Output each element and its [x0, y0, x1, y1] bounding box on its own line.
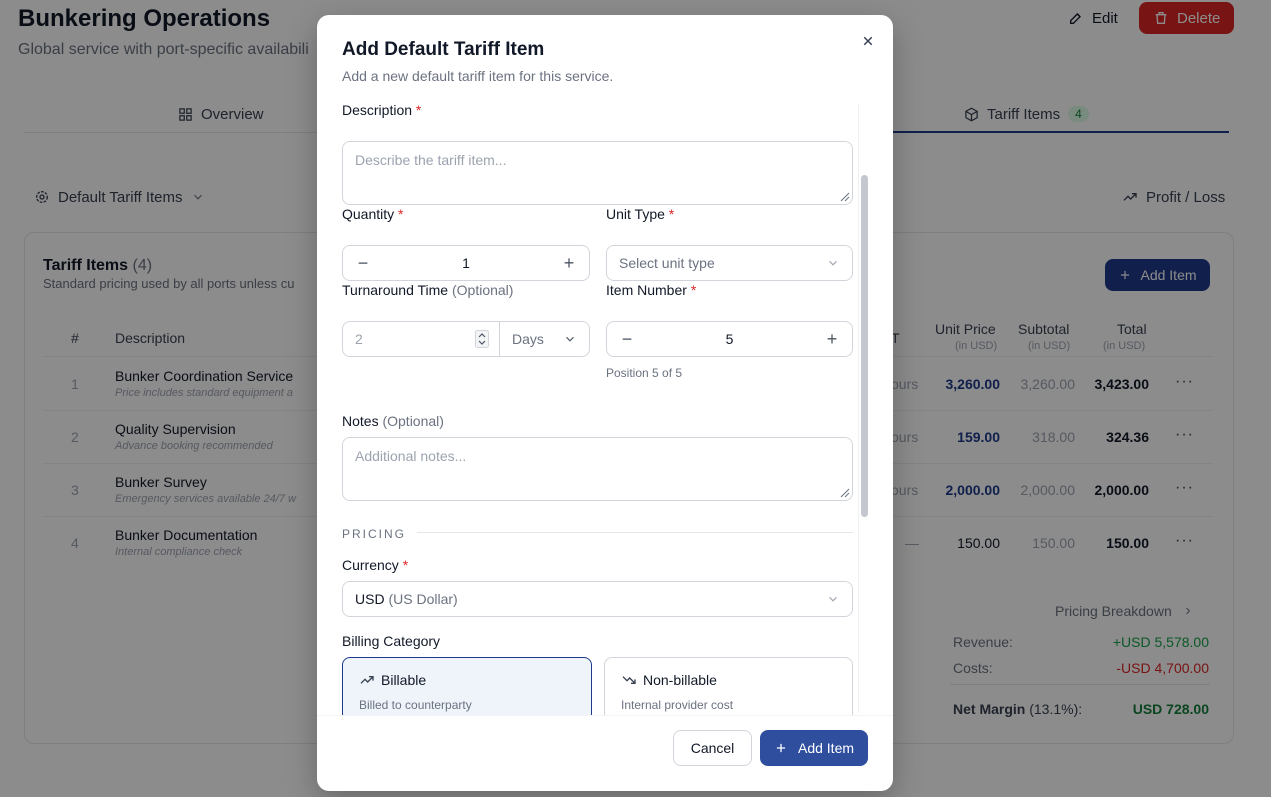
add-tariff-item-dialog: Add Default Tariff Item Add a new defaul… [317, 15, 893, 791]
chevron-down-icon [826, 592, 840, 606]
non-billable-option[interactable]: Non-billable Internal provider cost [604, 657, 853, 715]
billable-desc: Billed to counterparty [359, 698, 472, 712]
description-label: Description * [342, 102, 422, 118]
billing-category-label: Billing Category [342, 633, 441, 649]
unit-type-select[interactable]: Select unit type [606, 245, 853, 281]
currency-select[interactable]: USD (US Dollar) [342, 581, 853, 617]
dialog-form-scroll-area[interactable]: Description * Describe the tariff item..… [317, 101, 871, 715]
item-number-label: Item Number * [606, 282, 697, 298]
billable-title: Billable [381, 672, 427, 688]
quantity-value: 1 [462, 255, 470, 271]
quantity-stepper[interactable]: − 1 + [342, 245, 590, 281]
notes-textarea[interactable]: Additional notes... [342, 437, 853, 501]
footer-divider [317, 715, 893, 716]
dialog-title: Add Default Tariff Item [342, 39, 545, 60]
description-textarea[interactable]: Describe the tariff item... [342, 141, 853, 205]
turnaround-input[interactable]: 2 [343, 322, 500, 356]
scrollbar-thumb[interactable] [861, 175, 868, 517]
notes-label: Notes (Optional) [342, 413, 444, 429]
minus-icon[interactable]: − [355, 253, 371, 274]
unit-type-label: Unit Type * [606, 206, 675, 222]
item-number-helper: Position 5 of 5 [606, 366, 683, 380]
plus-icon[interactable]: + [561, 253, 577, 274]
turnaround-unit-select[interactable]: Days [500, 322, 589, 356]
plus-icon[interactable]: + [824, 329, 840, 350]
minus-icon[interactable]: − [619, 329, 635, 350]
chevron-down-icon [563, 332, 577, 346]
dialog-subtitle: Add a new default tariff item for this s… [342, 68, 614, 84]
close-icon[interactable] [859, 32, 877, 50]
non-billable-title: Non-billable [643, 672, 717, 688]
chevron-down-icon [826, 256, 840, 270]
trending-down-icon [621, 672, 637, 688]
quantity-label: Quantity * [342, 206, 404, 222]
cancel-button[interactable]: Cancel [673, 730, 752, 766]
pricing-section-label: PRICING [342, 527, 407, 541]
submit-add-item-button[interactable]: Add Item [760, 730, 868, 766]
item-number-stepper[interactable]: − 5 + [606, 321, 853, 357]
spinner-icon[interactable] [475, 330, 489, 348]
turnaround-group: 2 Days [342, 321, 590, 357]
pricing-divider [417, 532, 853, 533]
resize-handle-icon[interactable] [840, 192, 850, 202]
trending-up-icon [359, 672, 375, 688]
billable-option[interactable]: Billable Billed to counterparty [342, 657, 592, 715]
submit-label: Add Item [797, 740, 855, 756]
currency-label: Currency * [342, 557, 409, 573]
non-billable-desc: Internal provider cost [621, 698, 734, 712]
plus-icon [774, 741, 788, 755]
resize-handle-icon[interactable] [840, 488, 850, 498]
turnaround-label: Turnaround Time (Optional) [342, 282, 514, 298]
item-number-value: 5 [725, 331, 734, 347]
